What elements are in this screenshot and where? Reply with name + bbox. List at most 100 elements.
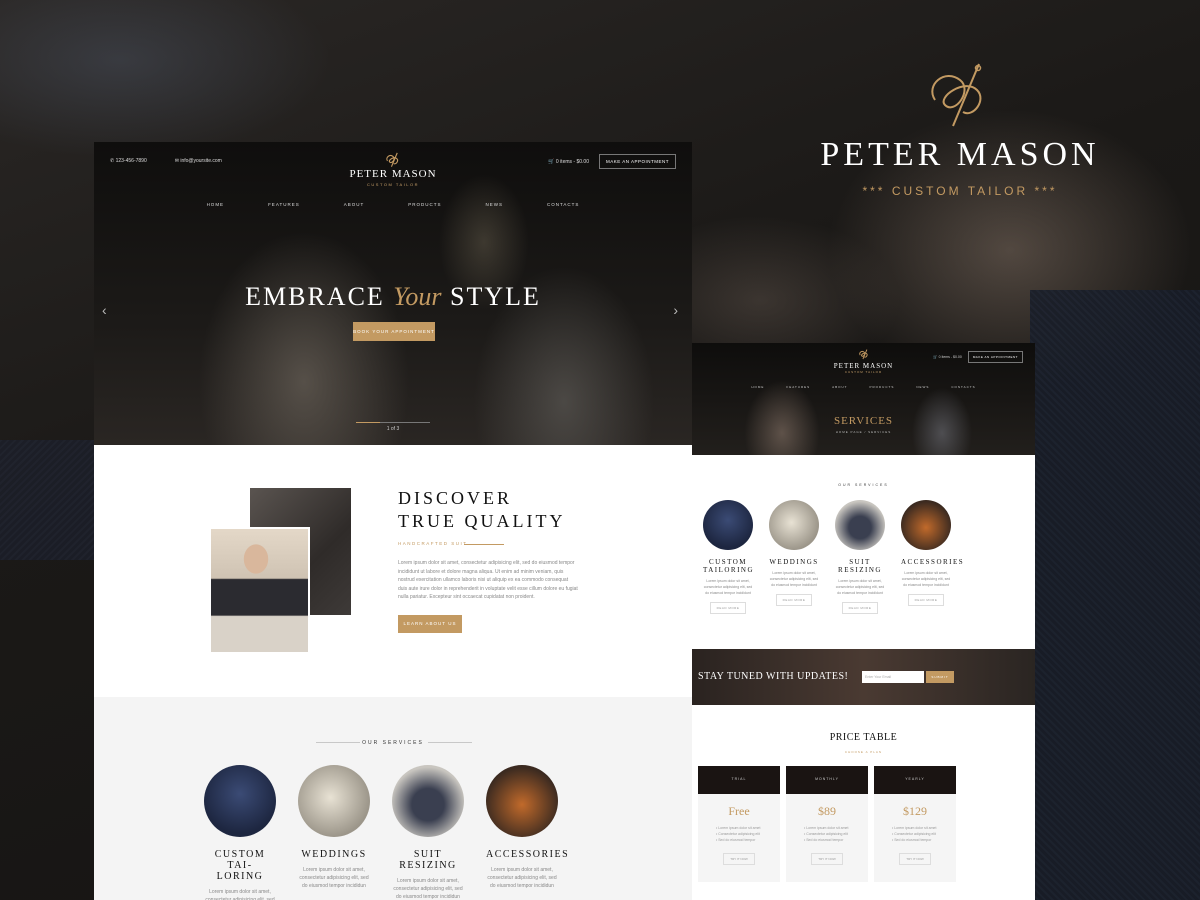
brand-tagline: *** CUSTOM TAILOR *** [862, 184, 1058, 198]
try-it-button[interactable]: TRY IT NOW [811, 853, 843, 865]
main-nav: HOME FEATURES ABOUT PRODUCTS NEWS CONTAC… [94, 202, 692, 207]
plan-feature: Sed do eiusmod tempor [716, 837, 780, 843]
plan-name: TRIAL [698, 766, 780, 794]
services-section: OUR SERVICES CUSTOM TAI- LORING Lorem ips… [94, 697, 692, 900]
read-more-button[interactable]: READ MORE [775, 594, 813, 606]
email-field[interactable]: Enter Your Email [862, 671, 924, 683]
nav-about[interactable]: ABOUT [832, 385, 847, 389]
book-appointment-button[interactable]: BOOK YOUR APPOINTMENT [353, 322, 435, 341]
service-card[interactable]: ACCESSORIES Lorem ipsum dolor sit amet, … [486, 765, 568, 900]
cart-link[interactable]: 🛒 0 items - $0.00 [933, 355, 962, 359]
price-table-section: PRICE TABLE CHOOSE A PLAN TRIAL Free Lor… [692, 705, 1035, 900]
fabric-texture [1030, 290, 1200, 900]
nav-contacts[interactable]: CONTACTS [951, 385, 975, 389]
site-logo-name: PETER MASON [349, 168, 437, 180]
read-more-button[interactable]: READ MORE [709, 602, 747, 614]
nav-products[interactable]: PRODUCTS [408, 202, 441, 207]
monogram-icon [858, 349, 868, 360]
service-card: ACCESSORIES Lorem ipsum dolor sit amet, … [901, 500, 965, 614]
service-title: ACCESSORIES [901, 558, 965, 566]
nav-products[interactable]: PRODUCTS [870, 385, 895, 389]
site-logo-tagline: CUSTOM TAILOR [367, 182, 419, 187]
service-title: SUIT RESIZING [399, 849, 457, 871]
submit-button[interactable]: SUBMIT [926, 671, 954, 683]
nav-news[interactable]: NEWS [486, 202, 504, 207]
monogram-icon [386, 152, 399, 167]
eyebrow-divider [464, 544, 504, 545]
plan-price: $129 [903, 804, 927, 818]
title-divider-right [428, 742, 472, 743]
plan-name: YEARLY [874, 766, 956, 794]
service-card[interactable]: CUSTOM TAI- LORING Lorem ipsum dolor sit … [204, 765, 276, 900]
custom-tailoring-photo [204, 765, 276, 837]
service-card: SUIT RESIZING Lorem ipsum dolor sit amet,… [835, 500, 885, 614]
read-more-button[interactable]: READ MORE [907, 594, 945, 606]
nav-home[interactable]: HOME [751, 385, 764, 389]
hero-headline: EMBRACE Your STYLE [245, 282, 541, 311]
accessories-photo [486, 765, 558, 837]
appointment-button[interactable]: MAKE AN APPOINTMENT [967, 351, 1023, 363]
newsletter-title: STAY TUNED WITH UPDATES! [698, 671, 849, 682]
nav-about[interactable]: ABOUT [344, 202, 365, 207]
suit-resizing-photo [835, 500, 885, 550]
service-card[interactable]: SUIT RESIZING Lorem ipsum dolor sit amet,… [392, 765, 464, 900]
plan-features: Lorem ipsum dolor sit amet Consectetur a… [786, 825, 868, 843]
plan-name: MONTHLY [786, 766, 868, 794]
services-list: CUSTOM TAILORING Lorem ipsum dolor sit am… [703, 500, 965, 614]
plan-price: $89 [818, 804, 836, 818]
slide-counter: 1 of 3 [386, 426, 400, 432]
nav-home[interactable]: HOME [207, 202, 225, 207]
service-title: WEDDINGS [769, 558, 819, 566]
price-table-eyebrow: CHOOSE A PLAN [844, 750, 883, 754]
services-title: OUR SERVICES [838, 483, 889, 487]
read-more-button[interactable]: READ MORE [841, 602, 879, 614]
suit-resizing-photo [392, 765, 464, 837]
plans-list: TRIAL Free Lorem ipsum dolor sit amet Co… [698, 766, 956, 882]
service-text: Lorem ipsum dolor sit amet, consectetur … [769, 571, 819, 587]
cart-bar: 🛒 0 items - $0.00 MAKE AN APPOINTMENT [933, 351, 1023, 363]
service-text: Lorem ipsum dolor sit amet, consectetur … [393, 878, 463, 900]
brand-name: PETER MASON [820, 136, 1100, 173]
site-logo-name: PETER MASON [833, 362, 894, 370]
brand-logo-large: PETER MASON *** CUSTOM TAILOR *** [810, 60, 1110, 198]
fabric-texture-left [0, 440, 100, 560]
services-list: CUSTOM TAI- LORING Lorem ipsum dolor sit … [204, 765, 568, 900]
try-it-button[interactable]: TRY IT NOW [723, 853, 755, 865]
plan-card: TRIAL Free Lorem ipsum dolor sit amet Co… [698, 766, 780, 882]
tailor-photo [209, 527, 310, 654]
plan-card: MONTHLY $89 Lorem ipsum dolor sit amet C… [786, 766, 868, 882]
hero-section: ✆ 123-456-7890 ✉ info@yoursite.com 🛒 0 i… [94, 142, 692, 445]
newsletter-section: STAY TUNED WITH UPDATES! Enter Your Emai… [692, 649, 1035, 705]
custom-tailoring-photo [703, 500, 753, 550]
nav-features[interactable]: FEATURES [786, 385, 810, 389]
service-title: WEDDINGS [301, 849, 367, 860]
discover-eyebrow: HANDCRAFTED SUIT [398, 541, 468, 546]
discover-section: DISCOVER TRUE QUALITY HANDCRAFTED SUIT L… [94, 445, 692, 697]
plan-card: YEARLY $129 Lorem ipsum dolor sit amet C… [874, 766, 956, 882]
price-table-title: PRICE TABLE [829, 732, 898, 743]
nav-news[interactable]: NEWS [916, 385, 929, 389]
services-hero: PETER MASON CUSTOM TAILOR 🛒 0 items - $0… [692, 343, 1035, 455]
breadcrumb[interactable]: HOME PAGE / SERVICES [692, 430, 1035, 434]
service-card[interactable]: WEDDINGS Lorem ipsum dolor sit amet, con… [298, 765, 370, 900]
service-title: CUSTOM TAILORING [703, 558, 755, 574]
site-logo-tagline: CUSTOM TAILOR [844, 370, 883, 374]
accessories-photo [901, 500, 951, 550]
plan-price: Free [728, 804, 750, 818]
learn-about-us-button[interactable]: LEARN ABOUT US [398, 615, 462, 633]
page-title: SERVICES [833, 415, 894, 427]
nav-features[interactable]: FEATURES [268, 202, 300, 207]
service-card: WEDDINGS Lorem ipsum dolor sit amet, con… [769, 500, 819, 614]
main-nav: HOME FEATURES ABOUT PRODUCTS NEWS CONTAC… [692, 385, 1035, 389]
plan-features: Lorem ipsum dolor sit amet Consectetur a… [698, 825, 780, 843]
site-logo[interactable]: PETER MASON CUSTOM TAILOR [94, 152, 692, 187]
weddings-photo [298, 765, 370, 837]
discover-title: DISCOVER TRUE QUALITY [398, 488, 566, 531]
service-text: Lorem ipsum dolor sit amet, consectetur … [901, 571, 951, 587]
homepage-mockup: ✆ 123-456-7890 ✉ info@yoursite.com 🛒 0 i… [94, 142, 692, 900]
service-text: Lorem ipsum dolor sit amet, consectetur … [703, 579, 753, 595]
nav-contacts[interactable]: CONTACTS [547, 202, 579, 207]
plan-feature: Sed do eiusmod tempor [892, 837, 956, 843]
try-it-button[interactable]: TRY IT NOW [899, 853, 931, 865]
service-card: CUSTOM TAILORING Lorem ipsum dolor sit am… [703, 500, 753, 614]
